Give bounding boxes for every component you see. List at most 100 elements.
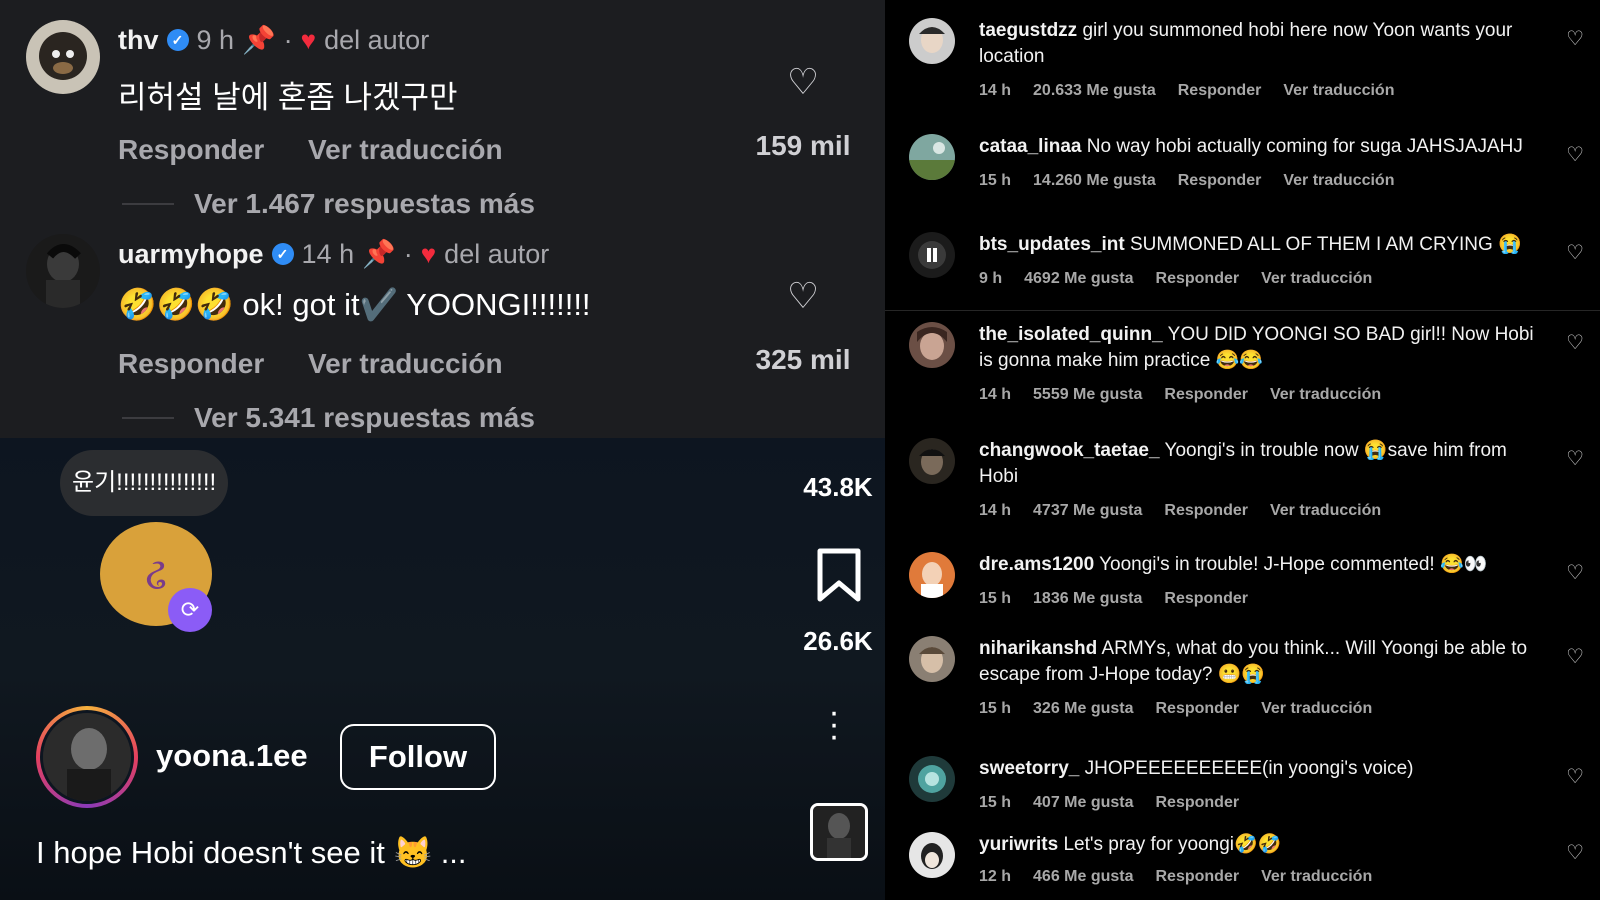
avatar[interactable]	[36, 706, 138, 808]
comment-time: 9 h	[196, 24, 235, 55]
comment-username[interactable]: bts_updates_int	[979, 234, 1125, 255]
comment-username[interactable]: niharikanshd	[979, 638, 1097, 659]
heart-icon[interactable]: ♡	[1566, 840, 1584, 865]
comment-body: cataa_linaa No way hobi actually coming …	[979, 134, 1539, 160]
heart-icon[interactable]: ♡	[1566, 644, 1584, 669]
like-count[interactable]: 4692 Me gusta	[1024, 270, 1133, 287]
comment-body: yuriwrits Let's pray for yoongi🤣🤣	[979, 832, 1539, 858]
audio-thumbnail[interactable]	[810, 803, 868, 861]
avatar[interactable]	[909, 832, 955, 878]
more-options-icon[interactable]: · · ·	[826, 695, 842, 753]
comment-username[interactable]: uarmyhope	[118, 239, 264, 270]
comment-username[interactable]: the_isolated_quinn_	[979, 324, 1163, 345]
reply-button[interactable]: Responder	[1156, 868, 1240, 885]
comment-body: taegustdzz girl you summoned hobi here n…	[979, 18, 1539, 70]
like-count[interactable]: 5559 Me gusta	[1033, 386, 1142, 403]
translate-button[interactable]: Ver traducción	[308, 348, 503, 379]
heart-icon[interactable]: ♡	[1566, 240, 1584, 265]
like-count[interactable]: 1836 Me gusta	[1033, 590, 1142, 607]
avatar[interactable]	[909, 18, 955, 64]
heart-icon[interactable]: ♡	[753, 276, 853, 316]
like-count[interactable]: 326 Me gusta	[1033, 700, 1133, 717]
comment-username[interactable]: dre.ams1200	[979, 554, 1094, 575]
comment-meta: 15 h 326 Me gusta Responder Ver traducción	[979, 700, 1394, 718]
translate-button[interactable]: Ver traducción	[1261, 270, 1372, 287]
reply-button[interactable]: Responder	[1178, 82, 1262, 99]
comment-text: No way hobi actually coming for suga JAH…	[1086, 136, 1523, 157]
heart-icon[interactable]: ♡	[1566, 446, 1584, 471]
comment-text: SUMMONED ALL OF THEM I AM CRYING 😭	[1129, 234, 1522, 255]
translate-button[interactable]: Ver traducción	[1270, 502, 1381, 519]
translate-button[interactable]: Ver traducción	[1261, 868, 1372, 885]
like-count[interactable]: 20.633 Me gusta	[1033, 82, 1156, 99]
profile-username[interactable]: yoona.1ee	[156, 738, 308, 774]
comment-meta: 14 h 20.633 Me gusta Responder Ver traducci…	[979, 82, 1416, 100]
comment-username[interactable]: taegustdzz	[979, 20, 1077, 41]
avatar[interactable]	[909, 756, 955, 802]
heart-icon[interactable]: ♡	[1566, 142, 1584, 167]
view-more-replies[interactable]: Ver 1.467 respuestas más	[122, 188, 535, 220]
reply-button[interactable]: Responder	[1178, 172, 1262, 189]
like-count[interactable]: 14.260 Me gusta	[1033, 172, 1156, 189]
comment-time: 14 h	[979, 386, 1012, 403]
comment-uarmyhope: uarmyhope ✓ 14 h 📌 · ♥ del autor 🤣🤣🤣 ok!…	[0, 234, 885, 434]
verified-badge-icon: ✓	[271, 243, 294, 265]
repost-icon[interactable]: ⟳	[168, 588, 212, 632]
follow-button[interactable]: Follow	[340, 724, 496, 790]
reply-button[interactable]: Responder	[1156, 794, 1240, 811]
reply-button[interactable]: Responder	[118, 134, 264, 165]
comment-time: 14 h	[979, 82, 1012, 99]
translate-button[interactable]: Ver traducción	[1261, 700, 1372, 717]
separator: ·	[283, 24, 293, 55]
heart-icon[interactable]: ♡	[1566, 330, 1584, 355]
avatar[interactable]	[909, 636, 955, 682]
comment-username[interactable]: sweetorry_	[979, 758, 1079, 779]
avatar[interactable]	[26, 234, 100, 308]
heart-icon[interactable]: ♡	[753, 62, 853, 102]
comment-text: 🤣🤣🤣 ok! got it✔️ YOONGI!!!!!!!	[118, 287, 591, 322]
reply-button[interactable]: Responder	[1164, 502, 1248, 519]
heart-icon[interactable]: ♡	[1566, 560, 1584, 585]
comment-body: sweetorry_ JHOPEEEEEEEEEE(in yoongi's vo…	[979, 756, 1539, 782]
heart-icon[interactable]: ♡	[1566, 26, 1584, 51]
like-count[interactable]: 4737 Me gusta	[1033, 502, 1142, 519]
like-count: 43.8K	[803, 472, 873, 502]
comment-header: thv ✓ 9 h 📌 · ♥ del autor	[118, 24, 429, 56]
bookmark-icon[interactable]	[816, 548, 862, 602]
comment-text: 리허설 날에 혼좀 나겠구만	[118, 80, 458, 115]
avatar[interactable]	[26, 20, 100, 94]
translate-button[interactable]: Ver traducción	[1283, 82, 1394, 99]
comment-username[interactable]: yuriwrits	[979, 834, 1058, 855]
heart-icon: ♥	[300, 24, 317, 55]
reply-button[interactable]: Responder	[118, 348, 264, 379]
comment-username[interactable]: changwook_taetae_	[979, 440, 1160, 461]
comment-meta: 14 h 4737 Me gusta Responder Ver traducción	[979, 502, 1403, 520]
translate-button[interactable]: Ver traducción	[1270, 386, 1381, 403]
avatar[interactable]	[909, 232, 955, 278]
comment-username[interactable]: cataa_linaa	[979, 136, 1081, 157]
translate-button[interactable]: Ver traducción	[308, 134, 503, 165]
comment-username[interactable]: thv	[118, 25, 159, 56]
reply-button[interactable]: Responder	[1156, 700, 1240, 717]
like-group: ♡ 159 mil	[753, 62, 853, 162]
like-count[interactable]: 466 Me gusta	[1033, 868, 1133, 885]
view-more-replies[interactable]: Ver 5.341 respuestas más	[122, 402, 535, 434]
heart-icon[interactable]: ♡	[1566, 764, 1584, 789]
reply-button[interactable]: Responder	[1156, 270, 1240, 287]
more-replies-label: Ver 5.341 respuestas más	[194, 402, 535, 433]
comment-header: uarmyhope ✓ 14 h 📌 · ♥ del autor	[118, 238, 549, 270]
pin-icon: 📌	[362, 239, 396, 269]
author-label: del autor	[324, 24, 430, 55]
comment-text: Let's pray for yoongi🤣🤣	[1063, 834, 1282, 855]
translate-button[interactable]: Ver traducción	[1283, 172, 1394, 189]
comment-body: bts_updates_int SUMMONED ALL OF THEM I A…	[979, 232, 1539, 258]
avatar[interactable]	[909, 322, 955, 368]
avatar[interactable]	[909, 552, 955, 598]
comments-panel: taegustdzz girl you summoned hobi here n…	[885, 0, 1600, 900]
avatar[interactable]	[909, 134, 955, 180]
like-count[interactable]: 407 Me gusta	[1033, 794, 1133, 811]
avatar[interactable]	[909, 438, 955, 484]
reply-button[interactable]: Responder	[1164, 386, 1248, 403]
reply-button[interactable]: Responder	[1164, 590, 1248, 607]
video-caption[interactable]: I hope Hobi doesn't see it 😸 ...	[36, 834, 467, 871]
